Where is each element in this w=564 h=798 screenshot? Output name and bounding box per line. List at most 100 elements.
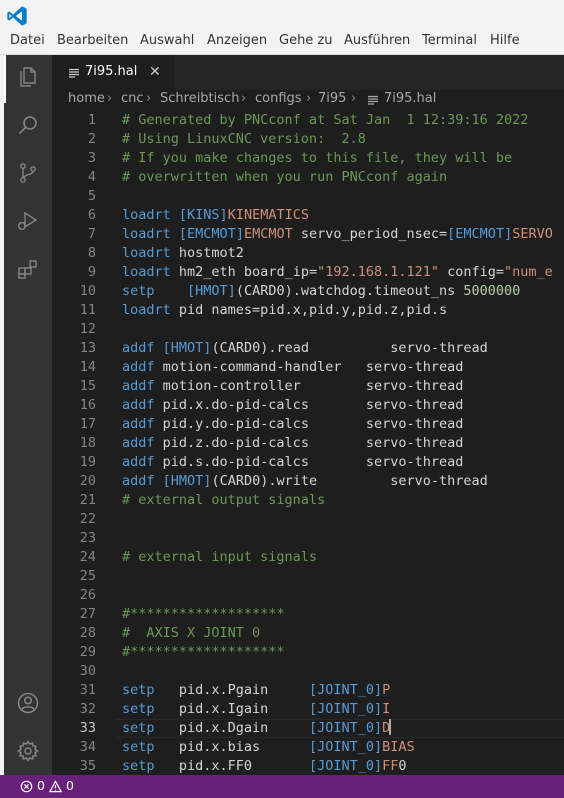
code-text[interactable]: addf pid.x.do-pid-calcs servo-thread: [122, 396, 463, 415]
breadcrumb-file[interactable]: 7i95.hal: [384, 91, 436, 106]
settings-gear-icon[interactable]: [16, 739, 40, 763]
code-line[interactable]: 4 # overwritten when you run PNCconf agai…: [52, 168, 564, 187]
code-text[interactable]: #*******************: [122, 643, 285, 662]
code-line[interactable]: 18 addf pid.z.do-pid-calcs servo-thread: [52, 434, 564, 453]
code-line[interactable]: 2 # Using LinuxCNC version: 2.8: [52, 130, 564, 149]
menu-auswahl[interactable]: Auswahl: [140, 33, 194, 48]
close-icon[interactable]: ✕: [149, 64, 161, 80]
line-number: 25: [79, 568, 96, 584]
code-line[interactable]: 13 addf [HMOT](CARD0).read servo-thread: [52, 339, 564, 358]
menu-hilfe[interactable]: Hilfe: [490, 33, 520, 48]
code-line[interactable]: 5: [52, 187, 564, 206]
code-line[interactable]: 28 # AXIS X JOINT 0: [52, 624, 564, 643]
code-text[interactable]: addf pid.s.do-pid-calcs servo-thread: [122, 453, 463, 472]
menu-datei[interactable]: Datei: [10, 33, 45, 48]
code-text[interactable]: addf pid.z.do-pid-calcs servo-thread: [122, 434, 463, 453]
menu-terminal[interactable]: Terminal: [422, 33, 477, 48]
code-text[interactable]: # external output signals: [122, 491, 325, 510]
code-line[interactable]: 3 # If you make changes to this file, the…: [52, 149, 564, 168]
code-line[interactable]: 21 # external output signals: [52, 491, 564, 510]
code-text[interactable]: loadrt [EMCMOT]EMCMOT servo_period_nsec=…: [122, 225, 553, 244]
breadcrumb-configs[interactable]: configs: [255, 91, 302, 106]
code-line[interactable]: 9 loadrt hm2_eth board_ip="192.168.1.121"…: [52, 263, 564, 282]
code-text[interactable]: # Using LinuxCNC version: 2.8: [122, 130, 366, 149]
tab-7i95-hal[interactable]: 7i95.hal ✕: [52, 55, 174, 90]
breadcrumb-schreibtisch[interactable]: Schreibtisch: [160, 91, 239, 106]
code-line[interactable]: 22: [52, 510, 564, 529]
code-line[interactable]: 7 loadrt [EMCMOT]EMCMOT servo_period_nsec…: [52, 225, 564, 244]
code-line[interactable]: 14 addf motion-command-handler servo-thre…: [52, 358, 564, 377]
code-text[interactable]: addf [HMOT](CARD0).write servo-thread: [122, 472, 488, 491]
code-line[interactable]: 34 setp pid.x.bias [JOINT_0]BIAS: [52, 738, 564, 757]
code-line[interactable]: 11 loadrt pid names=pid.x,pid.y,pid.z,pid…: [52, 301, 564, 320]
code-text[interactable]: addf pid.y.do-pid-calcs servo-thread: [122, 415, 463, 434]
code-line[interactable]: 30: [52, 662, 564, 681]
code-line[interactable]: 27 #*******************: [52, 605, 564, 624]
code-text[interactable]: loadrt hostmot2: [122, 244, 244, 263]
code-line[interactable]: 1 # Generated by PNCconf at Sat Jan 1 12:…: [52, 111, 564, 130]
code-text[interactable]: loadrt [KINS]KINEMATICS: [122, 206, 309, 225]
warning-count[interactable]: 0: [66, 778, 74, 793]
line-number: 34: [79, 739, 96, 755]
line-number: 13: [79, 340, 96, 356]
code-line[interactable]: 15 addf motion-controller servo-thread: [52, 377, 564, 396]
breadcrumb-cnc[interactable]: cnc: [121, 91, 144, 106]
line-number: 20: [79, 473, 96, 489]
code-line[interactable]: 19 addf pid.s.do-pid-calcs servo-thread: [52, 453, 564, 472]
code-text[interactable]: #*******************: [122, 605, 285, 624]
line-number: 26: [79, 587, 96, 603]
code-text[interactable]: addf motion-controller servo-thread: [122, 377, 463, 396]
source-control-icon[interactable]: [16, 161, 40, 185]
code-line[interactable]: 26: [52, 586, 564, 605]
code-text[interactable]: # overwritten when you run PNCconf again: [122, 168, 447, 187]
account-icon[interactable]: [16, 691, 40, 715]
line-number: 17: [79, 416, 96, 432]
code-line[interactable]: 8 loadrt hostmot2: [52, 244, 564, 263]
code-text[interactable]: addf motion-command-handler servo-thread: [122, 358, 463, 377]
code-text[interactable]: loadrt hm2_eth board_ip="192.168.1.121" …: [122, 263, 553, 282]
error-count[interactable]: 0: [37, 778, 45, 793]
code-line[interactable]: 33 setp pid.x.Dgain [JOINT_0]D: [52, 719, 564, 738]
code-text[interactable]: # If you make changes to this file, they…: [122, 149, 512, 168]
code-line[interactable]: 12: [52, 320, 564, 339]
code-line[interactable]: 17 addf pid.y.do-pid-calcs servo-thread: [52, 415, 564, 434]
code-text[interactable]: addf [HMOT](CARD0).read servo-thread: [122, 339, 488, 358]
error-icon[interactable]: [20, 780, 33, 793]
code-text[interactable]: setp pid.x.Igain [JOINT_0]I: [122, 700, 390, 719]
hal-file-icon: [368, 94, 378, 105]
run-debug-icon[interactable]: [16, 209, 40, 233]
code-text[interactable]: setp pid.x.bias [JOINT_0]BIAS: [122, 738, 415, 757]
menu-bearbeiten[interactable]: Bearbeiten: [57, 33, 128, 48]
line-number: 31: [79, 682, 96, 698]
code-line[interactable]: 31 setp pid.x.Pgain [JOINT_0]P: [52, 681, 564, 700]
breadcrumb-home[interactable]: home: [68, 91, 105, 106]
code-text[interactable]: # Generated by PNCconf at Sat Jan 1 12:3…: [122, 111, 528, 130]
code-line[interactable]: 20 addf [HMOT](CARD0).write servo-thread: [52, 472, 564, 491]
extensions-icon[interactable]: [16, 257, 40, 281]
code-line[interactable]: 29 #*******************: [52, 643, 564, 662]
warning-icon[interactable]: [49, 780, 62, 793]
code-text[interactable]: loadrt pid names=pid.x,pid.y,pid.z,pid.s: [122, 301, 447, 320]
status-bar: 0 0: [0, 775, 564, 798]
menu-gehe-zu[interactable]: Gehe zu: [279, 33, 333, 48]
code-line[interactable]: 25: [52, 567, 564, 586]
code-text[interactable]: # AXIS X JOINT 0: [122, 624, 260, 643]
code-text[interactable]: setp pid.x.FF0 [JOINT_0]FF0: [122, 757, 407, 775]
code-line[interactable]: 16 addf pid.x.do-pid-calcs servo-thread: [52, 396, 564, 415]
code-line[interactable]: 32 setp pid.x.Igain [JOINT_0]I: [52, 700, 564, 719]
menu-anzeigen[interactable]: Anzeigen: [207, 33, 267, 48]
code-text[interactable]: setp [HMOT](CARD0).watchdog.timeout_ns 5…: [122, 282, 520, 301]
menu-ausfuehren[interactable]: Ausführen: [344, 33, 410, 48]
code-line[interactable]: 35 setp pid.x.FF0 [JOINT_0]FF0: [52, 757, 564, 775]
code-line[interactable]: 23: [52, 529, 564, 548]
code-line[interactable]: 24 # external input signals: [52, 548, 564, 567]
code-text[interactable]: # external input signals: [122, 548, 317, 567]
code-line[interactable]: 10 setp [HMOT](CARD0).watchdog.timeout_ns…: [52, 282, 564, 301]
code-line[interactable]: 6 loadrt [KINS]KINEMATICS: [52, 206, 564, 225]
code-text[interactable]: setp pid.x.Pgain [JOINT_0]P: [122, 681, 390, 700]
code-text[interactable]: setp pid.x.Dgain [JOINT_0]D: [122, 719, 392, 738]
search-icon[interactable]: [16, 113, 40, 137]
line-number: 22: [79, 511, 96, 527]
breadcrumb-7i95[interactable]: 7i95: [318, 91, 346, 106]
explorer-icon[interactable]: [16, 65, 40, 89]
